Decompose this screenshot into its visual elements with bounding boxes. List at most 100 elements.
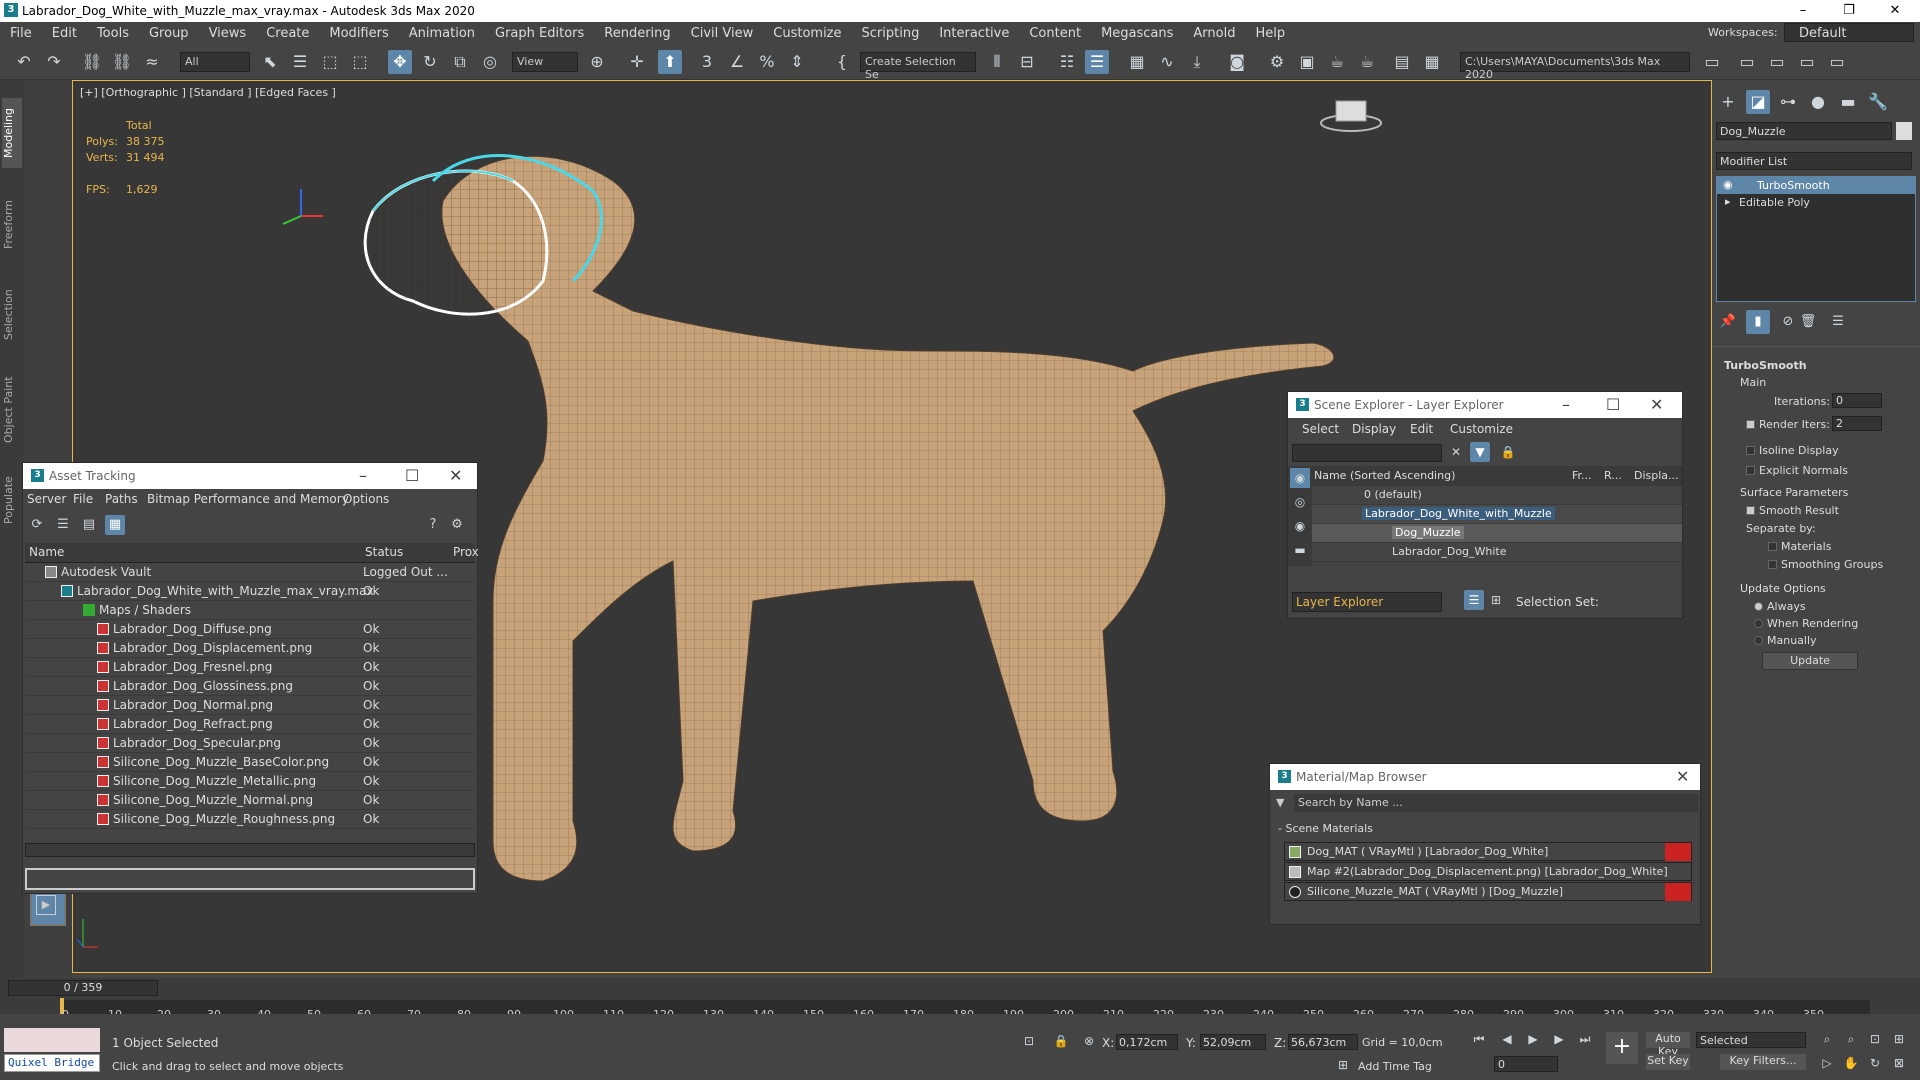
- col-status[interactable]: Status: [365, 545, 403, 559]
- menu-scripting[interactable]: Scripting: [852, 26, 930, 41]
- stack-item-editable-poly[interactable]: ▸ Editable Poly: [1717, 194, 1915, 211]
- menu-edit[interactable]: Edit: [1410, 422, 1433, 436]
- layer-row[interactable]: 0 (default): [1312, 486, 1682, 505]
- render-window-icon[interactable]: ▦: [1420, 50, 1444, 74]
- menu-file[interactable]: File: [73, 492, 93, 506]
- menu-megascans[interactable]: Megascans: [1091, 26, 1183, 41]
- isoline-checkbox[interactable]: Isoline Display: [1746, 444, 1839, 457]
- col-render[interactable]: R...: [1604, 469, 1622, 482]
- menu-animation[interactable]: Animation: [399, 26, 485, 41]
- render-setup-icon[interactable]: ⚙: [1265, 50, 1289, 74]
- layer-current-icon[interactable]: ▭: [1825, 50, 1849, 74]
- objects-icon[interactable]: ▬: [1290, 540, 1310, 560]
- menu-file[interactable]: File: [0, 26, 42, 41]
- layer-row[interactable]: Labrador_Dog_White_with_Muzzle: [1312, 505, 1682, 524]
- help-icon[interactable]: ?: [423, 515, 443, 535]
- menu-select[interactable]: Select: [1302, 422, 1339, 436]
- rollout-title[interactable]: TurboSmooth: [1724, 359, 1807, 372]
- current-frame-field[interactable]: 0: [1494, 1056, 1558, 1072]
- object-row[interactable]: Labrador_Dog_White: [1312, 543, 1682, 562]
- menu-arnold[interactable]: Arnold: [1183, 26, 1245, 41]
- close-icon[interactable]: ✕: [1650, 395, 1663, 414]
- utilities-tab-icon[interactable]: 🔧: [1866, 90, 1890, 114]
- pin-stack-icon[interactable]: 📌: [1716, 310, 1740, 334]
- material-item[interactable]: Map #2(Labrador_Dog_Displacement.png) [L…: [1284, 862, 1692, 881]
- x-coordinate-field[interactable]: 0,172cm: [1116, 1034, 1178, 1050]
- explorer-type-dropdown[interactable]: Layer Explorer: [1292, 592, 1442, 612]
- reference-coord-dropdown[interactable]: View: [512, 52, 578, 72]
- time-tag-icon[interactable]: ⊞: [1334, 1056, 1352, 1074]
- eye-icon[interactable]: ◉: [1723, 178, 1733, 191]
- menu-customize[interactable]: Customize: [1450, 422, 1513, 436]
- render-production-icon[interactable]: ☕: [1325, 50, 1349, 74]
- layer-select-icon[interactable]: ▭: [1795, 50, 1819, 74]
- motion-tab-icon[interactable]: ●: [1806, 90, 1830, 114]
- menu-group[interactable]: Group: [139, 26, 199, 41]
- create-tab-icon[interactable]: +: [1716, 90, 1740, 114]
- isolate-selection-icon[interactable]: ⊡: [1020, 1032, 1038, 1050]
- zoom-extents-icon[interactable]: ⊡: [1866, 1030, 1884, 1048]
- undo-icon[interactable]: ↶: [12, 50, 36, 74]
- rect-selection-icon[interactable]: ⬚: [318, 50, 342, 74]
- go-to-start-icon[interactable]: ⏮: [1470, 1030, 1488, 1048]
- smoothing-groups-checkbox[interactable]: Smoothing Groups: [1768, 558, 1883, 571]
- snaps-toggle-icon[interactable]: 3: [695, 50, 719, 74]
- minimize-icon[interactable]: –: [1562, 395, 1570, 414]
- list-icon[interactable]: ☰: [53, 515, 73, 535]
- previous-frame-icon[interactable]: ◀: [1498, 1030, 1516, 1048]
- table-row[interactable]: Silicone_Dog_Muzzle_Metallic.png Ok: [25, 772, 475, 791]
- material-browser-titlebar[interactable]: 3 Material/Map Browser ✕: [1270, 764, 1700, 790]
- tab-object-paint[interactable]: Object Paint: [2, 365, 22, 455]
- render-iters-checkbox[interactable]: Render Iters:: [1746, 418, 1830, 431]
- manually-radio[interactable]: Manually: [1754, 634, 1817, 647]
- transform-gizmo[interactable]: [282, 189, 323, 225]
- key-filters-button[interactable]: Key Filters...: [1720, 1054, 1806, 1070]
- table-row[interactable]: Labrador_Dog_Diffuse.png Ok: [25, 620, 475, 639]
- project-path-dropdown[interactable]: C:\Users\MAYA\Documents\3ds Max 2020: [1460, 52, 1690, 81]
- modify-tab-icon[interactable]: ◪: [1746, 90, 1770, 114]
- col-freeze[interactable]: Fr...: [1572, 469, 1592, 482]
- menu-graph-editors[interactable]: Graph Editors: [485, 26, 594, 41]
- play-icon[interactable]: ▶: [1524, 1030, 1542, 1048]
- menu-civil-view[interactable]: Civil View: [681, 26, 764, 41]
- table-row[interactable]: Labrador_Dog_Glossiness.png Ok: [25, 677, 475, 696]
- table-row[interactable]: Labrador_Dog_Fresnel.png Ok: [25, 658, 475, 677]
- horizontal-scrollbar[interactable]: [25, 843, 475, 857]
- close-icon[interactable]: ✕: [1676, 767, 1689, 786]
- zoom-icon[interactable]: ⌕: [1818, 1030, 1836, 1048]
- search-dropdown-icon[interactable]: ▼: [1276, 796, 1284, 809]
- show-end-result-icon[interactable]: ▮: [1746, 310, 1770, 334]
- schematic-view-icon[interactable]: ⤓: [1185, 50, 1209, 74]
- keyboard-shortcut-override-icon[interactable]: ⬆: [658, 50, 682, 74]
- key-mode-dropdown[interactable]: Selected: [1696, 1032, 1806, 1048]
- configure-sets-icon[interactable]: ☰: [1826, 310, 1850, 334]
- set-key-button[interactable]: Set Key: [1646, 1054, 1690, 1070]
- layout-expand-icon[interactable]: ▶: [36, 895, 56, 915]
- object-row[interactable]: Dog_Muzzle: [1312, 524, 1682, 543]
- named-selection-dropdown[interactable]: Create Selection Se: [860, 52, 976, 81]
- pan-view-icon[interactable]: ✋: [1842, 1054, 1860, 1072]
- scene-explorer-icon[interactable]: ☷: [1055, 50, 1079, 74]
- layer-manager-icon[interactable]: ▭: [1735, 50, 1759, 74]
- menu-content[interactable]: Content: [1019, 26, 1091, 41]
- thumb-icon[interactable]: ▤: [79, 515, 99, 535]
- hierarchy-tab-icon[interactable]: ⊶: [1776, 90, 1800, 114]
- angle-snap-icon[interactable]: ∠: [725, 50, 749, 74]
- maximize-icon[interactable]: ☐: [1606, 395, 1620, 414]
- menu-create[interactable]: Create: [256, 26, 319, 41]
- update-button[interactable]: Update: [1762, 652, 1858, 670]
- render-iters-spinner[interactable]: 2: [1832, 416, 1882, 431]
- stack-item-turbosmooth[interactable]: ◉ TurboSmooth: [1717, 177, 1915, 194]
- auto-key-button[interactable]: Auto Key: [1646, 1032, 1690, 1058]
- align-icon[interactable]: ⊟: [1015, 50, 1039, 74]
- modifier-list-dropdown[interactable]: Modifier List: [1716, 152, 1912, 170]
- table-row[interactable]: Silicone_Dog_Muzzle_BaseColor.png Ok: [25, 753, 475, 772]
- select-manipulate-icon[interactable]: ✛: [625, 50, 649, 74]
- a360-render-icon[interactable]: ▤: [1390, 50, 1414, 74]
- link-icon[interactable]: ⛓: [80, 50, 104, 74]
- maximize-button[interactable]: ❐: [1826, 0, 1872, 22]
- edit-named-selection-icon[interactable]: {: [830, 50, 854, 74]
- go-to-end-icon[interactable]: ⏭: [1576, 1030, 1594, 1048]
- close-button[interactable]: ✕: [1872, 0, 1918, 22]
- maximize-icon[interactable]: ☐: [405, 466, 419, 485]
